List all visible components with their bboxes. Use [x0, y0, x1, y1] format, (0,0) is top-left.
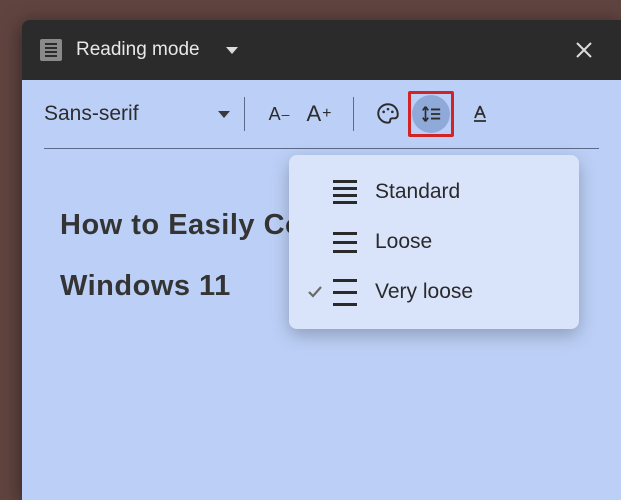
text-format-button[interactable] — [460, 94, 500, 134]
chevron-down-icon — [218, 111, 230, 118]
check-icon — [301, 283, 329, 301]
line-spacing-icon — [420, 103, 442, 125]
line-spacing-menu: Standard Loose Very loose — [289, 155, 579, 329]
formatting-toolbar: Sans-serif A– A+ — [22, 80, 621, 148]
text-underline-icon — [468, 102, 492, 126]
option-label: Standard — [375, 180, 460, 204]
font-family-select[interactable]: Sans-serif — [44, 102, 230, 126]
reading-mode-icon — [40, 39, 62, 61]
font-size-increase-button[interactable]: A+ — [299, 94, 339, 134]
line-spacing-button[interactable] — [412, 95, 450, 133]
font-size-decrease-button[interactable]: A– — [259, 94, 299, 134]
mode-label[interactable]: Reading mode — [76, 39, 200, 61]
line-spacing-option-standard[interactable]: Standard — [289, 167, 579, 217]
titlebar: Reading mode — [22, 20, 621, 80]
mode-dropdown-caret[interactable] — [226, 47, 238, 54]
highlight-indicator — [408, 91, 454, 137]
theme-button[interactable] — [368, 94, 408, 134]
font-family-label: Sans-serif — [44, 102, 139, 126]
separator — [353, 97, 354, 131]
palette-icon — [375, 101, 401, 127]
close-button[interactable] — [565, 35, 603, 65]
line-spacing-option-very-loose[interactable]: Very loose — [289, 267, 579, 317]
lines-standard-icon — [329, 178, 361, 206]
option-label: Very loose — [375, 280, 473, 304]
separator — [244, 97, 245, 131]
option-label: Loose — [375, 230, 432, 254]
lines-very-loose-icon — [329, 274, 361, 310]
line-spacing-option-loose[interactable]: Loose — [289, 217, 579, 267]
lines-loose-icon — [329, 229, 361, 256]
